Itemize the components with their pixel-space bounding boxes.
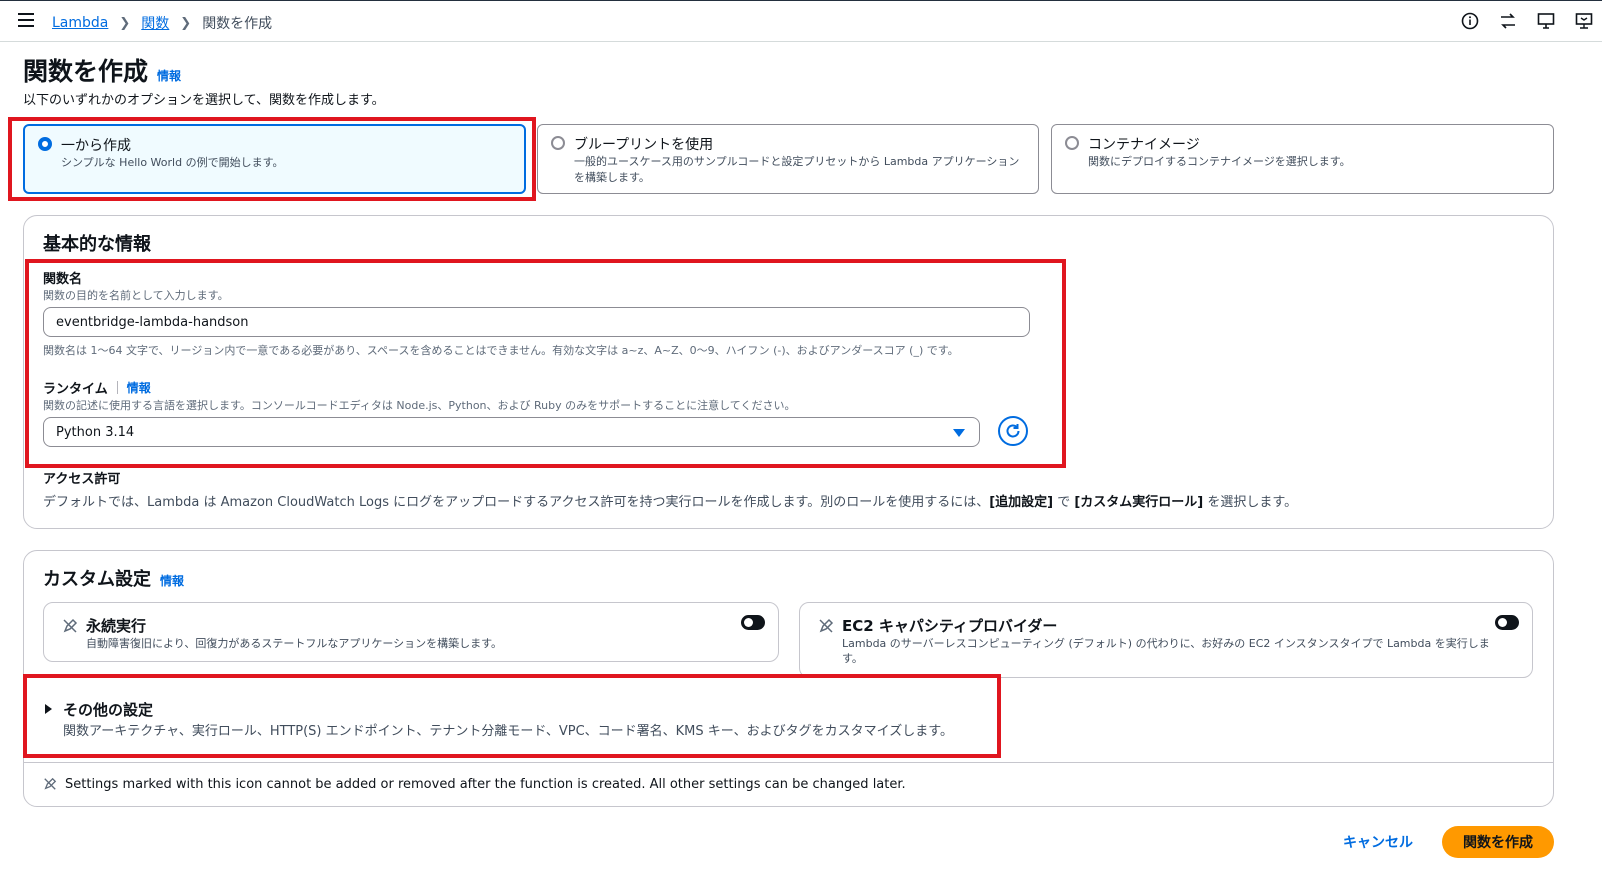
custom-settings-heading: カスタム設定: [43, 569, 151, 590]
no-edit-icon: [63, 618, 78, 633]
runtime-label-row: ランタイム 情報: [43, 378, 151, 397]
runtime-select[interactable]: Python 3.14: [43, 417, 980, 447]
caret-right-icon[interactable]: [45, 704, 52, 714]
separator: [116, 381, 118, 394]
option-desc: 関数にデプロイするコンテナイメージを選択します。: [1088, 155, 1351, 168]
page-title: 関数を作成: [23, 57, 149, 86]
breadcrumb-functions[interactable]: 関数: [141, 13, 169, 33]
page-title-row: 関数を作成 情報: [23, 52, 181, 88]
breadcrumb-lambda[interactable]: Lambda: [52, 15, 108, 31]
chevron-right-icon: ❯: [180, 15, 192, 31]
access-desc: デフォルトでは、Lambda は Amazon CloudWatch Logs …: [43, 491, 1297, 510]
runtime-label: ランタイム: [43, 382, 108, 397]
runtime-value: Python 3.14: [56, 424, 135, 440]
custom-settings-heading-row: カスタム設定 情報: [43, 565, 184, 591]
page-subtitle: 以下のいずれかのオプションを選択して、関数を作成します。: [23, 93, 385, 108]
monitor-feedback-icon[interactable]: [1574, 11, 1594, 31]
transfer-arrows-icon[interactable]: [1498, 11, 1518, 31]
create-function-button[interactable]: 関数を作成: [1442, 826, 1554, 858]
option-author-from-scratch[interactable]: 一から作成 シンプルな Hello World の例で開始します。: [23, 124, 526, 194]
access-text-1: デフォルトでは、Lambda は Amazon CloudWatch Logs …: [43, 495, 990, 510]
menu-icon[interactable]: [18, 13, 34, 27]
function-name-input[interactable]: eventbridge-lambda-handson: [43, 307, 1030, 337]
access-text-3: を選択します。: [1203, 495, 1298, 510]
radio-unselected[interactable]: [551, 136, 565, 150]
footnote: Settings marked with this icon cannot be…: [65, 777, 906, 792]
access-bold-1: [追加設定]: [989, 495, 1054, 510]
radio-unselected[interactable]: [1065, 136, 1079, 150]
durable-desc: 自動障害復旧により、回復力があるステートフルなアプリケーションを構築します。: [86, 637, 503, 650]
divider: [24, 762, 1554, 763]
breadcrumb-current: 関数を作成: [202, 16, 273, 32]
durable-title: 永続実行: [86, 617, 147, 635]
basic-info-heading: 基本的な情報: [43, 234, 151, 255]
option-container-image[interactable]: コンテナイメージ 関数にデプロイするコンテナイメージを選択します。: [1051, 124, 1554, 194]
option-title: 一から作成: [61, 138, 131, 154]
function-name-label: 関数名: [43, 272, 83, 287]
caret-down-icon: [953, 429, 965, 437]
ec2-capacity-card: EC2 キャパシティプロバイダー Lambda のサーバーレスコンピューティング…: [799, 602, 1533, 678]
function-name-hint: 関数名は 1〜64 文字で、リージョン内で一意である必要があり、スペースを含める…: [43, 344, 959, 357]
durable-execution-card: 永続実行 自動障害復旧により、回復力があるステートフルなアプリケーションを構築し…: [43, 602, 779, 662]
ec2-desc: Lambda のサーバーレスコンピューティング (デフォルト) の代わりに、お好…: [842, 637, 1490, 665]
option-title: ブループリントを使用: [574, 137, 714, 153]
other-settings-toggle[interactable]: その他の設定: [63, 699, 153, 720]
monitor-chat-icon[interactable]: [1536, 11, 1556, 31]
ec2-toggle[interactable]: [1495, 615, 1519, 630]
option-desc: 一般的ユースケース用のサンプルコードと設定プリセットから Lambda アプリケ…: [574, 155, 1020, 184]
basic-info-card: [23, 215, 1554, 529]
access-label: アクセス許可: [43, 472, 121, 487]
info-circle-icon[interactable]: [1460, 11, 1480, 31]
breadcrumb: Lambda ❯ 関数 ❯ 関数を作成: [52, 13, 272, 33]
durable-toggle[interactable]: [741, 615, 765, 630]
cancel-button[interactable]: キャンセル: [1334, 828, 1422, 856]
ec2-title: EC2 キャパシティプロバイダー: [842, 617, 1058, 635]
access-bold-2: [カスタム実行ロール]: [1074, 495, 1204, 510]
no-edit-icon: [44, 777, 57, 790]
custom-settings-card: [23, 550, 1554, 807]
option-desc: シンプルな Hello World の例で開始します。: [61, 156, 284, 169]
refresh-button[interactable]: [998, 416, 1028, 446]
access-text-2: で: [1053, 495, 1075, 510]
custom-info-link[interactable]: 情報: [160, 572, 184, 589]
refresh-icon: [1006, 424, 1020, 438]
option-title: コンテナイメージ: [1088, 137, 1200, 153]
top-tools: [1460, 11, 1594, 31]
radio-selected[interactable]: [38, 137, 52, 151]
other-settings-desc: 関数アーキテクチャ、実行ロール、HTTP(S) エンドポイント、テナント分離モー…: [63, 724, 953, 739]
runtime-info-link[interactable]: 情報: [127, 379, 151, 396]
info-link[interactable]: 情報: [157, 67, 181, 84]
chevron-right-icon: ❯: [119, 15, 131, 31]
no-edit-icon: [819, 618, 834, 633]
runtime-desc: 関数の記述に使用する言語を選択します。コンソールコードエディタは Node.js…: [43, 399, 796, 412]
option-use-blueprint[interactable]: ブループリントを使用 一般的ユースケース用のサンプルコードと設定プリセットから …: [537, 124, 1039, 194]
top-navigation-bar: Lambda ❯ 関数 ❯ 関数を作成: [0, 0, 1602, 42]
function-name-desc: 関数の目的を名前として入力します。: [43, 289, 229, 302]
